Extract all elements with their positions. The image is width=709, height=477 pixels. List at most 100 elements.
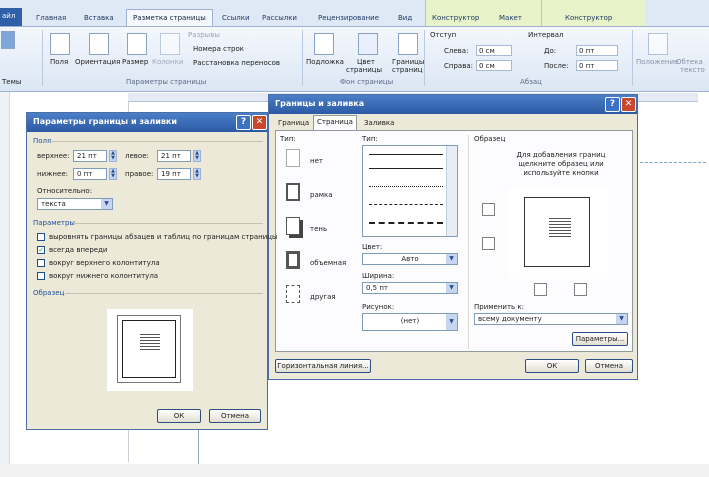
preview-hint: Для добавления границ щелкните образец и… — [516, 151, 606, 177]
border-preview[interactable] — [508, 187, 608, 279]
watermark-icon[interactable] — [314, 33, 334, 55]
orientation-icon[interactable] — [89, 33, 109, 55]
setting-3d-icon[interactable] — [286, 251, 300, 269]
cancel-button[interactable]: Отмена — [209, 409, 261, 423]
top-margin-label: верхнее: — [37, 152, 70, 160]
status-area — [0, 464, 709, 477]
spacing-after-input[interactable]: 0 пт — [576, 60, 618, 71]
bottom-border-icon[interactable] — [482, 237, 495, 250]
group-paragraph: Абзац — [520, 78, 542, 86]
section-divider — [73, 223, 263, 224]
bottom-margin-input[interactable]: 0 пт — [73, 168, 107, 180]
color-select[interactable]: Авто ▼ — [362, 253, 458, 265]
size-button[interactable]: Размер — [122, 58, 148, 66]
right-border-icon[interactable] — [574, 283, 587, 296]
position-icon[interactable] — [648, 33, 668, 55]
line-style-list[interactable] — [362, 145, 458, 237]
top-border-icon[interactable] — [482, 203, 495, 216]
group-page-background: Фон страницы — [340, 78, 394, 86]
tab-page-border[interactable]: Страница — [313, 115, 357, 130]
apply-to-select[interactable]: всему документу ▼ — [474, 313, 628, 325]
width-select[interactable]: 0,5 пт ▼ — [362, 282, 458, 294]
wrap-text-button[interactable]: Обтека — [676, 58, 703, 66]
close-button[interactable]: ✕ — [621, 97, 636, 112]
help-button[interactable]: ? — [236, 115, 251, 130]
setting-none[interactable]: нет — [310, 157, 323, 165]
left-margin-label: левое: — [125, 152, 149, 160]
line-style-thin[interactable] — [369, 168, 443, 169]
setting-custom[interactable]: другая — [310, 293, 336, 301]
surround-header-label[interactable]: вокруг верхнего колонтитула — [49, 259, 160, 267]
columns-button[interactable]: Колонки — [152, 58, 183, 66]
line-style-solid[interactable] — [369, 154, 443, 155]
hyphenation-button[interactable]: Расстановка переносов — [193, 59, 280, 67]
line-numbers-button[interactable]: Номера строк — [193, 45, 244, 53]
page-color-icon[interactable] — [358, 33, 378, 55]
breaks-button[interactable]: Разрывы — [188, 31, 220, 39]
group-page-setup: Параметры страницы — [126, 78, 207, 86]
tab-shading[interactable]: Заливка — [361, 117, 397, 130]
page-borders-button[interactable]: Границы — [392, 58, 424, 66]
surround-header-checkbox[interactable] — [37, 259, 45, 267]
relative-to-select[interactable]: текста ▼ — [37, 198, 113, 210]
left-margin-input[interactable]: 21 пт — [157, 150, 191, 162]
align-borders-label[interactable]: выровнять границы абзацев и таблиц по гр… — [49, 233, 278, 241]
spin-arrows-icon[interactable]: ▲ ▼ — [109, 150, 117, 162]
position-button[interactable]: Положение — [636, 58, 678, 66]
surround-footer-checkbox[interactable] — [37, 272, 45, 280]
horizontal-line-button[interactable]: Горизонтальная линия... — [275, 359, 371, 373]
always-front-checkbox[interactable]: ✓ — [37, 246, 45, 254]
cancel-button[interactable]: Отмена — [585, 359, 633, 373]
setting-shadow[interactable]: тень — [310, 225, 327, 233]
spin-arrows-icon[interactable]: ▲ ▼ — [193, 150, 201, 162]
columns-icon[interactable] — [160, 33, 180, 55]
indent-left-input[interactable]: 0 см — [476, 45, 512, 56]
size-icon[interactable] — [127, 33, 147, 55]
spin-arrows-icon[interactable]: ▲ ▼ — [193, 168, 201, 180]
ok-button[interactable]: ОК — [157, 409, 201, 423]
spacing-title: Интервал — [528, 31, 564, 39]
line-style-long-dash[interactable] — [369, 222, 443, 224]
wrap-text-button-line2[interactable]: тексто — [680, 66, 705, 74]
page-borders-button-line2[interactable]: страниц — [392, 66, 423, 74]
tab-file[interactable]: айл — [0, 8, 22, 26]
indent-right-label: Справа: — [444, 62, 473, 70]
indent-right-input[interactable]: 0 см — [476, 60, 512, 71]
setting-3d[interactable]: объемная — [310, 259, 346, 267]
align-borders-checkbox[interactable] — [37, 233, 45, 241]
setting-box[interactable]: рамка — [310, 191, 333, 199]
setting-shadow-icon[interactable] — [286, 217, 300, 235]
page-border-panel: Тип: нет рамка тень объемная другая Тип:… — [275, 130, 633, 352]
separator — [424, 30, 425, 86]
spin-arrows-icon[interactable]: ▲ ▼ — [109, 168, 117, 180]
borders-dialog-title: Границы и заливка — [269, 95, 637, 114]
style-scrollbar[interactable] — [446, 146, 457, 236]
always-front-label[interactable]: всегда впереди — [49, 246, 107, 254]
page-color-button[interactable]: Цвет — [357, 58, 375, 66]
watermark-button[interactable]: Подложка — [306, 58, 344, 66]
help-button[interactable]: ? — [605, 97, 620, 112]
close-button[interactable]: ✕ — [252, 115, 267, 130]
tab-page-layout[interactable]: Разметка страницы — [126, 9, 213, 27]
left-border-icon[interactable] — [534, 283, 547, 296]
margins-button[interactable]: Поля — [50, 58, 68, 66]
right-margin-input[interactable]: 19 пт — [157, 168, 191, 180]
page-borders-icon[interactable] — [398, 33, 418, 55]
setting-box-icon[interactable] — [286, 183, 300, 201]
art-select[interactable]: (нет) ▼ — [362, 313, 458, 331]
spacing-before-input[interactable]: 0 пт — [576, 45, 618, 56]
page-color-button-line2[interactable]: страницы — [346, 66, 382, 74]
themes-icon[interactable] — [1, 31, 15, 49]
setting-custom-icon[interactable] — [286, 285, 300, 303]
surround-footer-label[interactable]: вокруг нижнего колонтитула — [49, 272, 158, 280]
line-style-dotted[interactable] — [369, 186, 443, 187]
setting-none-icon[interactable] — [286, 149, 300, 167]
tab-borders[interactable]: Граница — [275, 117, 312, 130]
ok-button[interactable]: ОК — [525, 359, 579, 373]
orientation-button[interactable]: Ориентация — [75, 58, 120, 66]
line-style-dashed[interactable] — [369, 204, 443, 205]
margins-icon[interactable] — [50, 33, 70, 55]
top-margin-input[interactable]: 21 пт — [73, 150, 107, 162]
options-button[interactable]: Параметры... — [572, 332, 628, 346]
spacing-before-label: До: — [544, 47, 557, 55]
